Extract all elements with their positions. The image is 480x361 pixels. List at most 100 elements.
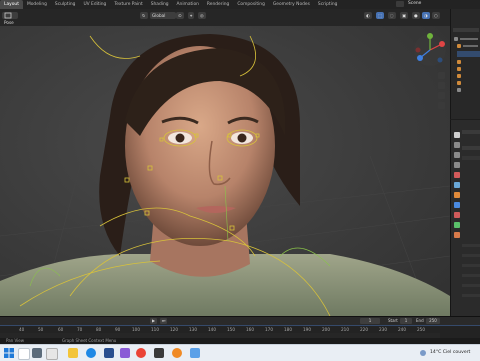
property-row[interactable] — [462, 146, 480, 150]
frame-tick: 60 — [58, 327, 64, 332]
chrome-icon[interactable] — [136, 348, 146, 358]
output-icon[interactable] — [454, 152, 460, 158]
overlays-icon[interactable]: ◌ — [388, 12, 396, 19]
shading-material-icon[interactable]: ◑ — [422, 12, 430, 19]
camera-view-icon[interactable] — [438, 92, 445, 99]
frame-tick: 90 — [115, 327, 121, 332]
3d-viewport[interactable] — [0, 26, 450, 316]
windows-start-icon[interactable] — [4, 348, 14, 358]
modifier-icon[interactable] — [454, 202, 460, 208]
outliner-row[interactable] — [460, 38, 478, 40]
snap-icon[interactable]: ⌖ — [188, 12, 195, 19]
frame-tick: 70 — [77, 327, 83, 332]
material-icon[interactable] — [454, 232, 460, 238]
editor-type-button[interactable] — [2, 12, 18, 19]
tab-uv-editing[interactable]: UV Editing — [79, 0, 110, 9]
render-icon[interactable] — [454, 142, 460, 148]
property-row[interactable] — [462, 156, 480, 160]
task-view-icon[interactable] — [32, 348, 42, 358]
pivot-icon[interactable]: ⊙ — [176, 12, 184, 19]
frame-tick: 120 — [170, 327, 178, 332]
tab-animation[interactable]: Animation — [173, 0, 203, 9]
tab-modeling[interactable]: Modeling — [23, 0, 51, 9]
transform-orientation-icon[interactable]: ↻ — [140, 12, 148, 19]
view3d-icon — [4, 12, 12, 19]
scene-name[interactable]: Scene — [408, 0, 421, 8]
tab-geometry-nodes[interactable]: Geometry Nodes — [269, 0, 314, 9]
outliner-row-selected[interactable] — [457, 51, 480, 57]
particles-icon[interactable] — [454, 212, 460, 218]
scene-selector-icon[interactable] — [396, 1, 404, 7]
panel-header[interactable] — [462, 264, 480, 267]
orientation-dropdown[interactable]: Global — [150, 12, 176, 19]
frame-tick: 250 — [417, 327, 425, 332]
outliner-filter-row[interactable] — [453, 28, 479, 32]
view-layer-icon[interactable] — [454, 162, 460, 168]
blender-icon[interactable] — [172, 348, 182, 358]
outliner-row[interactable] — [463, 45, 478, 47]
world-icon[interactable] — [454, 182, 460, 188]
end-label: End — [416, 318, 424, 323]
frame-tick: 190 — [303, 327, 311, 332]
camera-icon — [457, 88, 461, 92]
weather-text[interactable]: 14°C Ciel couvert — [430, 348, 470, 358]
tab-scripting[interactable]: Scripting — [314, 0, 342, 9]
xray-icon[interactable]: ▣ — [400, 12, 408, 19]
properties-panel[interactable] — [450, 120, 480, 316]
proportional-icon[interactable]: ◎ — [198, 12, 206, 19]
weather-icon[interactable] — [420, 350, 426, 356]
start-frame-field[interactable]: 1 — [400, 318, 412, 324]
file-explorer-icon[interactable] — [68, 348, 78, 358]
frame-tick: 230 — [379, 327, 387, 332]
tab-layout[interactable]: Layout — [0, 0, 23, 9]
app-icon[interactable] — [190, 348, 200, 358]
scene-icon[interactable] — [454, 172, 460, 178]
tab-sculpting[interactable]: Sculpting — [51, 0, 80, 9]
frame-tick: 180 — [284, 327, 292, 332]
interaction-mode[interactable]: Pose — [2, 19, 16, 26]
app-icon[interactable] — [154, 348, 164, 358]
frame-tick: 150 — [227, 327, 235, 332]
current-frame-field[interactable]: 1 — [360, 318, 380, 324]
edge-icon[interactable] — [86, 348, 96, 358]
visibility-icon[interactable]: ◐ — [364, 12, 372, 19]
shading-solid-icon[interactable]: ● — [412, 12, 420, 19]
search-icon[interactable] — [18, 348, 30, 360]
workspace-tabs-bar: Layout Modeling Sculpting UV Editing Texture… — [0, 0, 480, 9]
frame-tick: 220 — [360, 327, 368, 332]
tab-shading[interactable]: Shading — [147, 0, 173, 9]
store-icon[interactable] — [104, 348, 114, 358]
panel-header[interactable] — [462, 244, 480, 247]
mesh-icon — [457, 60, 461, 64]
frame-tick: 50 — [38, 327, 44, 332]
playhead-line[interactable] — [0, 325, 480, 326]
timeline-header: ▶ ⏭ 1 Start 1 End 250 — [0, 317, 480, 325]
tool-icon[interactable] — [454, 132, 460, 138]
pan-hand-icon[interactable] — [438, 82, 445, 89]
frame-tick: 200 — [322, 327, 330, 332]
widgets-icon[interactable] — [46, 348, 58, 360]
end-frame-field[interactable]: 250 — [426, 318, 440, 324]
panel-header[interactable] — [462, 274, 480, 277]
property-row[interactable] — [462, 130, 480, 134]
panel-header[interactable] — [462, 294, 480, 297]
tab-texture-paint[interactable]: Texture Paint — [110, 0, 146, 9]
panel-header[interactable] — [462, 284, 480, 287]
tab-compositing[interactable]: Compositing — [233, 0, 269, 9]
frame-tick: 80 — [96, 327, 102, 332]
object-icon[interactable] — [454, 192, 460, 198]
navigation-gizmo[interactable] — [412, 32, 448, 68]
outliner-panel[interactable] — [450, 9, 480, 119]
panel-header[interactable] — [462, 254, 480, 257]
zoom-icon[interactable] — [438, 72, 445, 79]
mail-icon[interactable] — [120, 348, 130, 358]
play-button[interactable]: ▶ — [150, 318, 157, 324]
frame-tick: 110 — [151, 327, 159, 332]
gizmo-toggle-icon[interactable]: ⬚ — [376, 12, 384, 19]
data-icon[interactable] — [454, 222, 460, 228]
shading-rendered-icon[interactable]: ○ — [432, 12, 440, 19]
jump-end-button[interactable]: ⏭ — [160, 318, 167, 324]
perspective-grid-icon[interactable] — [438, 102, 445, 109]
tab-rendering[interactable]: Rendering — [203, 0, 233, 9]
frame-tick: 130 — [189, 327, 197, 332]
